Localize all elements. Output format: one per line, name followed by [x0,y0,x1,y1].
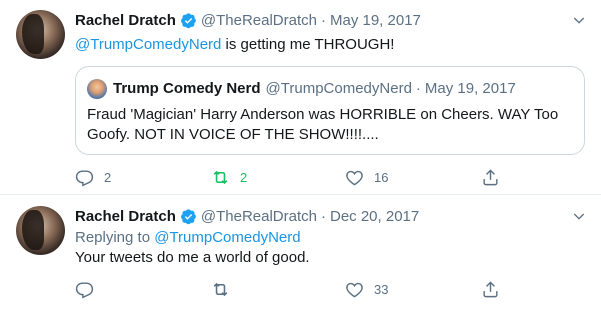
author-avatar[interactable] [16,10,65,59]
quoted-author-name: Trump Comedy Nerd [113,79,261,97]
quoted-tweet-text: Fraud 'Magician' Harry Anderson was HORR… [87,106,559,143]
like-count: 33 [374,281,389,297]
tweet-actions: 33 [75,278,505,300]
tweet-text: Your tweets do me a world of good. [75,249,310,266]
share-button[interactable] [481,278,500,300]
tweet[interactable]: Rachel Dratch @TheRealDratch · Dec 20, 2… [0,196,601,310]
author-name[interactable]: Rachel Dratch [75,208,176,225]
tweet-text-body: is getting me THROUGH! [221,36,395,53]
like-button[interactable]: 16 [345,166,388,188]
author-avatar[interactable] [16,206,65,255]
tweet-header: Rachel Dratch @TheRealDratch · Dec 20, 2… [75,205,419,227]
replying-to: Replying to @TrumpComedyNerd [75,228,301,248]
reply-count: 2 [104,169,112,185]
tweet-date[interactable]: May 19, 2017 [330,12,421,29]
like-icon [346,170,363,185]
separator-dot: · [320,11,326,29]
retweet-count: 2 [240,169,248,185]
like-count: 16 [374,169,389,185]
like-button[interactable]: 33 [345,278,388,300]
quoted-author-handle: @TrumpComedyNerd [265,79,412,97]
separator-dot: · [415,79,421,97]
quoted-author-avatar [87,79,107,99]
quoted-tweet-header: Trump Comedy Nerd @TrumpComedyNerd · May… [113,77,516,99]
tweet[interactable]: Rachel Dratch @TheRealDratch · May 19, 2… [0,0,601,195]
retweet-icon [213,282,228,296]
quoted-tweet-date: May 19, 2017 [424,79,516,97]
verified-badge-icon [180,12,196,28]
tweet-text: @TrumpComedyNerd is getting me THROUGH! [75,35,394,55]
retweet-button[interactable] [211,278,240,300]
retweet-icon [213,170,228,184]
reply-button[interactable]: 2 [75,166,111,188]
author-handle[interactable]: @TheRealDratch [201,208,317,225]
reply-icon [75,281,94,299]
tweet-actions: 2 2 16 [75,166,505,188]
separator-dot: · [320,207,326,225]
reply-icon [75,169,94,187]
author-handle[interactable]: @TheRealDratch [201,12,317,29]
tweet-header: Rachel Dratch @TheRealDratch · May 19, 2… [75,9,421,31]
chevron-down-icon[interactable] [571,12,587,28]
replying-to-handle[interactable]: @TrumpComedyNerd [154,229,300,246]
share-button[interactable] [481,166,500,188]
share-icon [483,280,498,297]
like-icon [346,282,363,297]
author-name[interactable]: Rachel Dratch [75,12,176,29]
reply-button[interactable] [75,278,104,300]
mention-link[interactable]: @TrumpComedyNerd [75,36,221,53]
chevron-down-icon[interactable] [571,208,587,224]
tweet-date[interactable]: Dec 20, 2017 [330,208,419,225]
replying-to-label: Replying to [75,229,155,246]
verified-badge-icon [180,208,196,224]
quoted-tweet[interactable]: Trump Comedy Nerd @TrumpComedyNerd · May… [75,66,585,155]
share-icon [483,168,498,185]
retweet-button[interactable]: 2 [211,166,247,188]
